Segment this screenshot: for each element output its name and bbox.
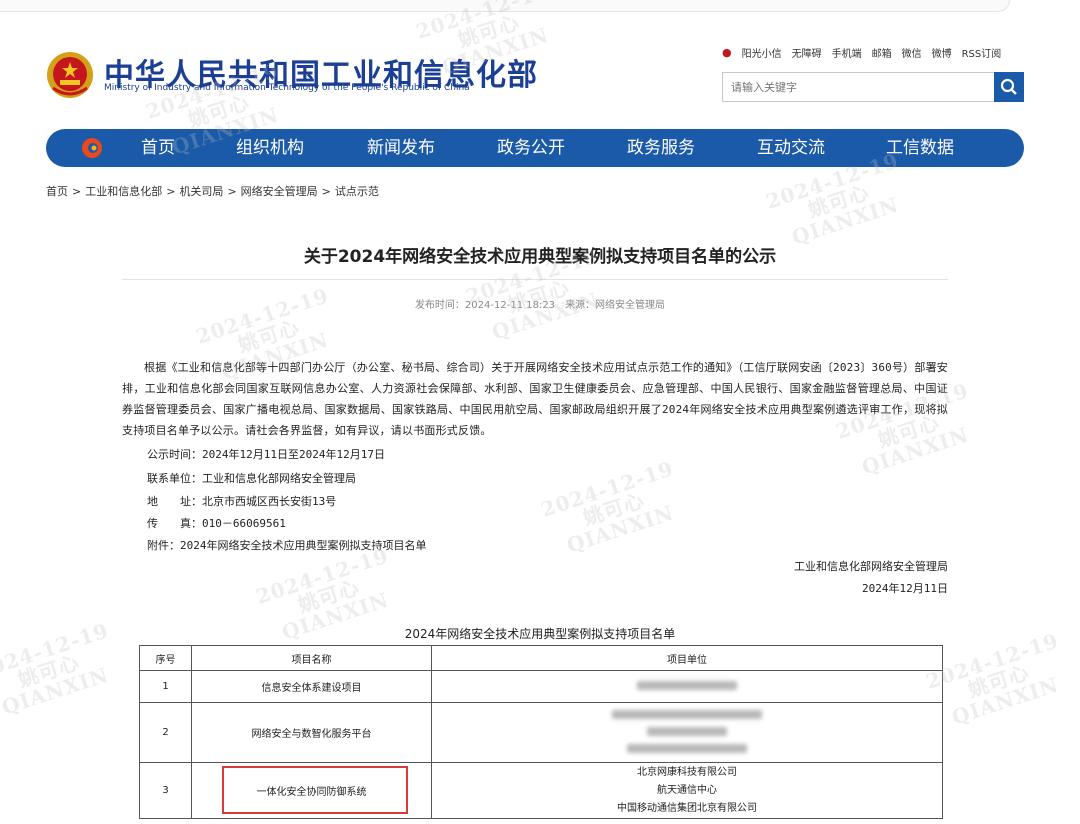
nav-item-home[interactable]: 首页 — [141, 129, 175, 167]
nav-item-services[interactable]: 政务服务 — [627, 129, 695, 167]
unit-line: 中国移动通信集团北京有限公司 — [617, 802, 757, 814]
column-header: 项目名称 — [191, 645, 432, 671]
watermark-date: 2024-12-19 — [538, 456, 677, 522]
nav-item-data[interactable]: 工信数据 — [886, 129, 954, 167]
watermark-name: 姚可心 — [15, 649, 83, 693]
unit-line: 北京网康科技有限公司 — [637, 766, 737, 778]
redacted-text — [627, 743, 747, 753]
quick-link-sunshine[interactable]: 阳光小信 — [742, 45, 782, 60]
search-input[interactable] — [723, 73, 994, 101]
watermark-date: 2024-12-19 — [193, 283, 332, 349]
redacted-text — [637, 680, 737, 690]
breadcrumb-separator: > — [166, 185, 176, 198]
quick-link-rss[interactable]: RSS订阅 — [962, 45, 1002, 60]
search-button[interactable] — [994, 72, 1024, 102]
redacted-text — [647, 726, 727, 736]
search-icon — [1000, 78, 1017, 95]
main-nav: 首页 组织机构 新闻发布 政务公开 政务服务 互动交流 工信数据 — [46, 129, 1024, 167]
quick-links: ● 阳光小信 无障碍 手机端 邮箱 微信 微博 RSS订阅 — [722, 45, 1001, 60]
watermark: 2024-12-19 姚可心 QIANXIN — [538, 456, 690, 561]
table-header-row: 序号 项目名称 项目单位 — [139, 645, 943, 671]
project-unit-redacted — [431, 702, 943, 763]
watermark-name: 姚可心 — [295, 574, 363, 618]
quick-link-accessibility[interactable]: 无障碍 — [792, 45, 822, 60]
unit-line: 航天通信中心 — [657, 784, 717, 796]
contact-fax: 传 真：010－66069561 — [147, 517, 286, 530]
breadcrumb-separator: > — [227, 185, 237, 198]
quick-link-mail[interactable]: 邮箱 — [872, 45, 892, 60]
project-unit: 北京网康科技有限公司 航天通信中心 中国移动通信集团北京有限公司 — [431, 762, 943, 819]
article-meta: 发布时间：2024-12-11 18:23 来源：网络安全管理局 — [0, 296, 1080, 311]
breadcrumb: 首页 > 工业和信息化部 > 机关司局 > 网络安全管理局 > 试点示范 — [46, 183, 379, 199]
watermark-latin: QIANXIN — [948, 672, 1062, 730]
quick-link-weibo[interactable]: 微博 — [932, 45, 952, 60]
nav-item-government-affairs[interactable]: 政务公开 — [497, 129, 565, 167]
national-emblem-icon — [47, 52, 93, 98]
table-row: 2 网络安全与数智化服务平台 — [139, 702, 943, 763]
breadcrumb-item[interactable]: 网络安全管理局 — [241, 185, 318, 198]
location-pin-icon: ● — [722, 46, 732, 59]
highlight-annotation-box — [222, 766, 408, 814]
quick-link-mobile[interactable]: 手机端 — [832, 45, 862, 60]
watermark-name: 姚可心 — [580, 487, 648, 531]
nav-item-organization[interactable]: 组织机构 — [236, 129, 304, 167]
breadcrumb-item[interactable]: 首页 — [46, 185, 68, 198]
table-title: 2024年网络安全技术应用典型案例拟支持项目名单 — [404, 627, 676, 641]
contact-unit: 联系单位：工业和信息化部网络安全管理局 — [147, 472, 356, 485]
watermark-name: 姚可心 — [805, 179, 873, 223]
breadcrumb-separator: > — [321, 185, 331, 198]
signature-org: 工业和信息化部网络安全管理局 — [794, 560, 948, 573]
project-name: 网络安全与数智化服务平台 — [191, 702, 432, 763]
contact-address: 地 址：北京市西城区西长安街13号 — [147, 495, 337, 508]
column-header: 序号 — [139, 645, 192, 671]
watermark-date: 2024-12-19 — [253, 543, 392, 609]
attachment-link[interactable]: 附件：2024年网络安全技术应用典型案例拟支持项目名单 — [147, 537, 427, 553]
column-header: 项目单位 — [431, 645, 943, 671]
site-subtitle: Ministry of Industry and Information Tec… — [104, 83, 470, 93]
publish-time: 发布时间：2024-12-11 18:23 — [414, 300, 556, 311]
article-body: 根据《工业和信息化部等十四部门办公厅（办公室、秘书局、综合司）关于开展网络安全技… — [122, 357, 948, 441]
signature-date: 2024年12月11日 — [862, 582, 948, 595]
browser-bar-remnant — [0, 0, 1010, 12]
watermark-latin: QIANXIN — [563, 500, 677, 558]
row-number: 1 — [139, 670, 192, 703]
breadcrumb-item[interactable]: 试点示范 — [335, 185, 379, 198]
breadcrumb-item[interactable]: 工业和信息化部 — [85, 185, 162, 198]
nav-logo-icon — [82, 138, 102, 158]
row-number: 2 — [139, 702, 192, 763]
watermark-name: 姚可心 — [965, 659, 1033, 703]
nav-item-news[interactable]: 新闻发布 — [367, 129, 435, 167]
watermark-latin: QIANXIN — [0, 662, 112, 720]
breadcrumb-separator: > — [72, 185, 82, 198]
project-unit-redacted — [431, 670, 943, 703]
article-title: 关于2024年网络安全技术应用典型案例拟支持项目名单的公示 — [303, 247, 777, 267]
table-row: 1 信息安全体系建设项目 — [139, 670, 943, 703]
nav-item-interaction[interactable]: 互动交流 — [757, 129, 825, 167]
quick-link-wechat[interactable]: 微信 — [902, 45, 922, 60]
article-paragraph: 根据《工业和信息化部等十四部门办公厅（办公室、秘书局、综合司）关于开展网络安全技… — [122, 361, 948, 437]
watermark-latin: QIANXIN — [488, 287, 602, 345]
project-name: 信息安全体系建设项目 — [191, 670, 432, 703]
row-number: 3 — [139, 762, 192, 819]
notice-period: 公示时间：2024年12月11日至2024年12月17日 — [147, 448, 385, 461]
breadcrumb-item[interactable]: 机关司局 — [179, 185, 223, 198]
title-divider — [122, 279, 948, 280]
watermark: 2024-12-19 姚可心 QIANXIN — [923, 628, 1075, 733]
redacted-text — [612, 709, 762, 719]
article-source: 来源：网络安全管理局 — [565, 300, 666, 311]
search-box — [722, 72, 994, 102]
